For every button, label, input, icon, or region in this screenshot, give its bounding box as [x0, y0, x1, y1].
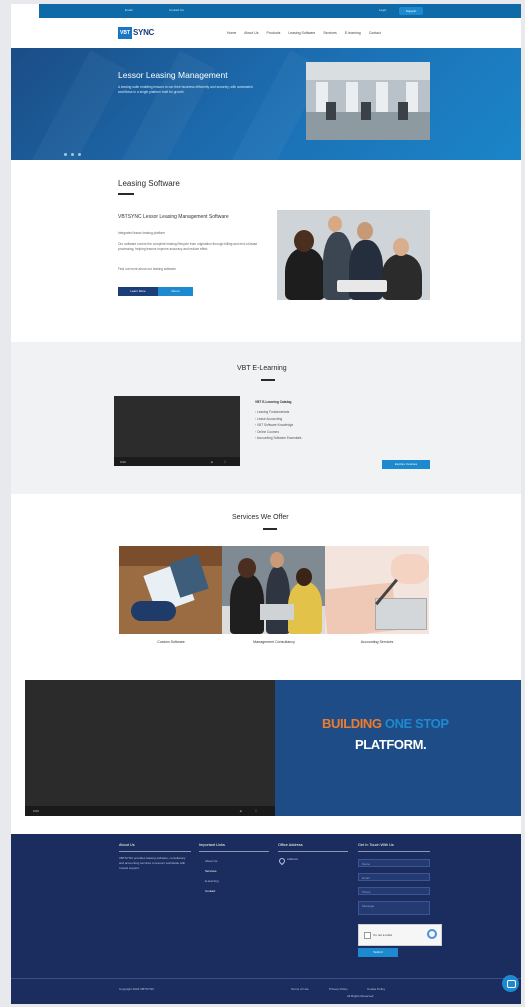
name-field[interactable]: Name	[358, 859, 430, 867]
nav-elearning[interactable]: E-learning	[345, 31, 361, 35]
footer-legal-sub: All Rights Reserved	[347, 994, 374, 998]
services-title: Services We Offer	[232, 514, 289, 521]
video-controls[interactable]: 0:00 ◄ ⛶	[25, 806, 275, 816]
promo-headline: BUILDING ONE STOP	[322, 716, 449, 731]
nav-about[interactable]: About Us	[244, 31, 258, 35]
learn-more-button[interactable]: Learn More	[118, 287, 158, 296]
footer-link-contact[interactable]: Contact	[205, 889, 215, 894]
footer-legal-terms[interactable]: Terms of Use	[291, 987, 309, 992]
leasing-subheading: Integrated lessor leasing platform	[118, 231, 166, 235]
footer-about-text: VBTSYNC provides leasing software, consu…	[119, 856, 186, 870]
video-controls[interactable]: 0:00 ◄ ⛶	[114, 457, 240, 466]
support-button[interactable]: Support	[399, 7, 423, 15]
recaptcha-icon	[427, 929, 437, 939]
elearning-video[interactable]: 0:00 ◄ ⛶	[114, 396, 240, 466]
nav-home[interactable]: Home	[227, 31, 236, 35]
hero-slider-dots[interactable]	[64, 143, 85, 160]
footer-divider	[199, 851, 269, 852]
page: Email Contact Us Login Support VBT SYNC …	[11, 4, 521, 1004]
captcha-label: I'm not a robot	[373, 933, 393, 937]
volume-icon[interactable]: ◄	[239, 809, 242, 813]
leasing-paragraph: Our software covers the complete leasing…	[118, 242, 258, 251]
hero-title: Lessor Leasing Management	[118, 70, 228, 80]
logo-text: SYNC	[133, 28, 155, 37]
title-underline	[118, 193, 134, 195]
phone-field[interactable]: Phone	[358, 887, 430, 895]
top-bar: Email Contact Us Login Support	[39, 4, 521, 18]
contact-link[interactable]: Contact Us	[169, 8, 184, 12]
volume-icon[interactable]: ◄	[210, 460, 213, 464]
footer-legal-privacy[interactable]: Privacy Policy	[329, 987, 348, 992]
footer-form-heading: Get In Touch With Us	[358, 843, 394, 847]
leasing-note: Find out more about our leasing software	[118, 267, 176, 271]
service-image-management-consultancy[interactable]	[222, 546, 326, 634]
video-time: 0:00	[120, 460, 126, 464]
hero-text: A leasing suite enabling lessors to run …	[118, 85, 253, 94]
elearning-list-heading: VBT E-Learning Catalog	[255, 400, 292, 404]
nav-products[interactable]: Products	[267, 31, 281, 35]
footer-bottom-bar	[11, 978, 521, 1004]
service-image-custom-software[interactable]	[119, 546, 223, 634]
footer-divider	[358, 851, 430, 852]
footer-link-elearning[interactable]: E-learning	[205, 879, 219, 884]
copyright-text: Copyright 2023 VBTSYNC	[119, 987, 155, 991]
fullscreen-icon[interactable]: ⛶	[255, 809, 257, 813]
footer-divider	[119, 851, 191, 852]
logo[interactable]: VBT SYNC	[118, 27, 172, 39]
nav-contact[interactable]: Contact	[369, 31, 381, 35]
submit-button[interactable]: Submit	[358, 948, 398, 957]
site-header: VBT SYNC Home About Us Products Leasing …	[11, 18, 521, 48]
promo-word-onestop: ONE STOP	[384, 716, 449, 731]
service-label-accounting-services[interactable]: Accounting Services	[325, 640, 429, 644]
leasing-title: Leasing Software	[118, 179, 180, 188]
title-underline	[261, 379, 275, 381]
elearning-title: VBT E-Learning	[237, 365, 287, 372]
title-underline	[263, 528, 277, 530]
main-nav: Home About Us Products Leasing Software …	[227, 31, 388, 35]
footer-link-about[interactable]: About Us	[205, 859, 217, 864]
footer-links-heading: Important Links	[199, 843, 225, 847]
logo-mark: VBT	[118, 27, 132, 39]
hero-office-image	[306, 62, 430, 140]
footer-link-services[interactable]: Services	[205, 869, 217, 874]
explore-courses-button[interactable]: Explore Courses	[382, 460, 430, 469]
promo-banner: BUILDING ONE STOP PLATFORM.	[275, 680, 521, 816]
leasing-heading: VBTSYNC Lessor Leasing Management Softwa…	[118, 214, 229, 220]
email-link[interactable]: Email	[125, 8, 133, 12]
promo-word-building: BUILDING	[322, 716, 382, 731]
footer-contact-heading: Office Address	[278, 843, 303, 847]
video-time: 0:00	[33, 809, 39, 813]
footer-contact-text: Address	[287, 857, 299, 861]
footer-legal-cookie[interactable]: Cookie Policy	[367, 987, 385, 992]
fullscreen-icon[interactable]: ⛶	[224, 460, 226, 464]
promo-word-platform: PLATFORM.	[355, 737, 427, 752]
login-link[interactable]: Login	[379, 8, 386, 12]
service-label-custom-software[interactable]: Custom Software	[119, 640, 223, 644]
footer-about-heading: About Us	[119, 843, 135, 847]
chat-icon[interactable]	[502, 975, 519, 992]
team-photo	[277, 210, 430, 300]
elearning-list: Leasing Fundamentals Lease Accounting VB…	[255, 409, 302, 442]
captcha-checkbox[interactable]	[364, 932, 371, 939]
promo-video[interactable]: 0:00 ◄ ⛶	[25, 680, 275, 816]
recaptcha-box: I'm not a robot	[358, 924, 442, 946]
nav-services[interactable]: Services	[323, 31, 336, 35]
hero-banner: Lessor Leasing Management A leasing suit…	[11, 48, 521, 160]
service-label-management-consultancy[interactable]: Management Consultancy	[222, 640, 326, 644]
message-field[interactable]: Message	[358, 901, 430, 915]
footer-divider	[278, 851, 348, 852]
email-field[interactable]: Email	[358, 873, 430, 881]
list-item: Accounting Software Essentials	[255, 435, 302, 442]
demo-button[interactable]: Demo	[158, 287, 193, 296]
service-image-accounting-services[interactable]	[325, 546, 429, 634]
nav-leasing-software[interactable]: Leasing Software	[288, 31, 315, 35]
